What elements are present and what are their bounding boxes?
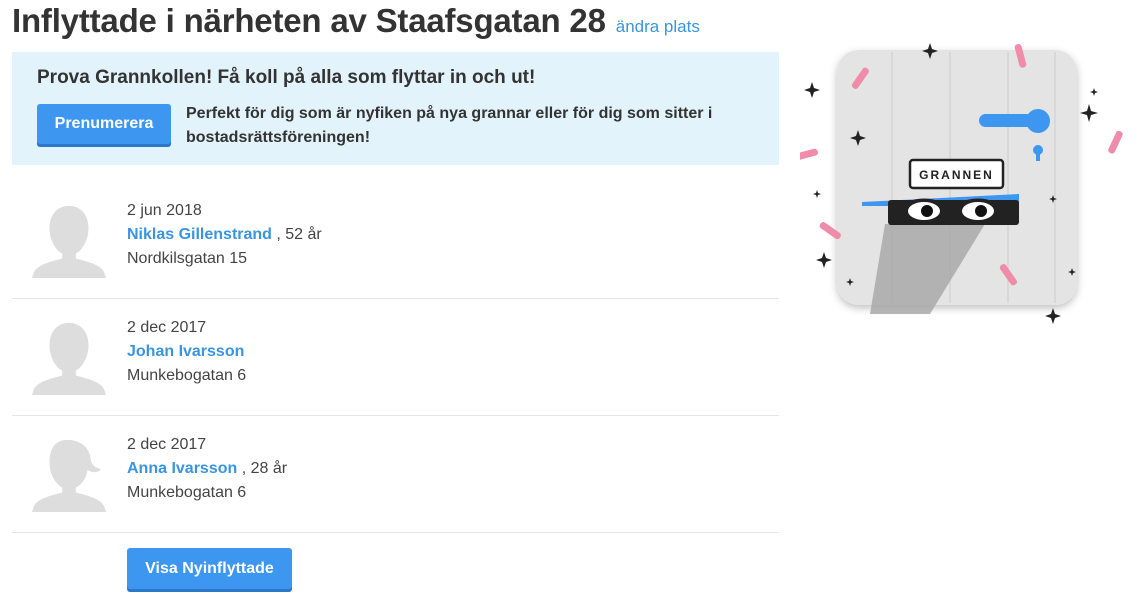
name-plate-text: GRANNEN — [919, 168, 994, 182]
resident-info: 2 jun 2018 Niklas Gillenstrand , 52 år N… — [127, 199, 322, 271]
resident-name-line: Johan Ivarsson — [127, 340, 246, 364]
move-in-date: 2 jun 2018 — [127, 202, 202, 219]
list-item: 2 jun 2018 Niklas Gillenstrand , 52 år N… — [12, 182, 779, 299]
resident-name-link[interactable]: Niklas Gillenstrand — [127, 226, 272, 243]
change-location-link[interactable]: ändra plats — [616, 17, 700, 37]
resident-address: Munkebogatan 6 — [127, 367, 247, 384]
show-new-residents-button[interactable]: Visa Nyinflyttade — [127, 548, 292, 589]
resident-name-link[interactable]: Johan Ivarsson — [127, 343, 244, 360]
promo-banner: Prova Grannkollen! Få koll på alla som f… — [12, 52, 779, 165]
resident-name-line: Anna Ivarsson , 28 år — [127, 457, 287, 481]
resident-info: 2 dec 2017 Anna Ivarsson , 28 år Munkebo… — [127, 433, 287, 505]
male-avatar-icon — [31, 205, 107, 278]
list-item: 2 dec 2017 Johan Ivarsson Munkebogatan 6 — [12, 299, 779, 416]
grannen-door-illustration: GRANNEN — [800, 43, 1123, 324]
resident-name-line: Niklas Gillenstrand , 52 år — [127, 223, 322, 247]
move-in-date: 2 dec 2017 — [127, 319, 207, 336]
resident-name-link[interactable]: Anna Ivarsson — [127, 460, 237, 477]
resident-address: Munkebogatan 6 — [127, 484, 247, 501]
female-avatar-icon — [31, 439, 107, 512]
handle-knob — [1026, 109, 1050, 133]
resident-address: Nordkilsgatan 15 — [127, 250, 248, 267]
resident-age: , 28 år — [241, 460, 288, 477]
resident-age: , 52 år — [276, 226, 322, 243]
promo-heading: Prova Grannkollen! Få koll på alla som f… — [37, 67, 536, 88]
move-in-date: 2 dec 2017 — [127, 436, 207, 453]
promo-description: Perfekt för dig som är nyfiken på nya gr… — [186, 105, 713, 146]
subscribe-button[interactable]: Prenumerera — [37, 104, 171, 144]
male-avatar-icon — [31, 322, 107, 395]
page-header: Inflyttade i närheten av Staafsgatan 28 … — [12, 2, 700, 40]
resident-info: 2 dec 2017 Johan Ivarsson Munkebogatan 6 — [127, 316, 246, 388]
list-item: 2 dec 2017 Anna Ivarsson , 28 år Munkebo… — [12, 416, 779, 533]
page-title: Inflyttade i närheten av Staafsgatan 28 — [12, 2, 606, 39]
resident-list: 2 jun 2018 Niklas Gillenstrand , 52 år N… — [12, 182, 779, 533]
